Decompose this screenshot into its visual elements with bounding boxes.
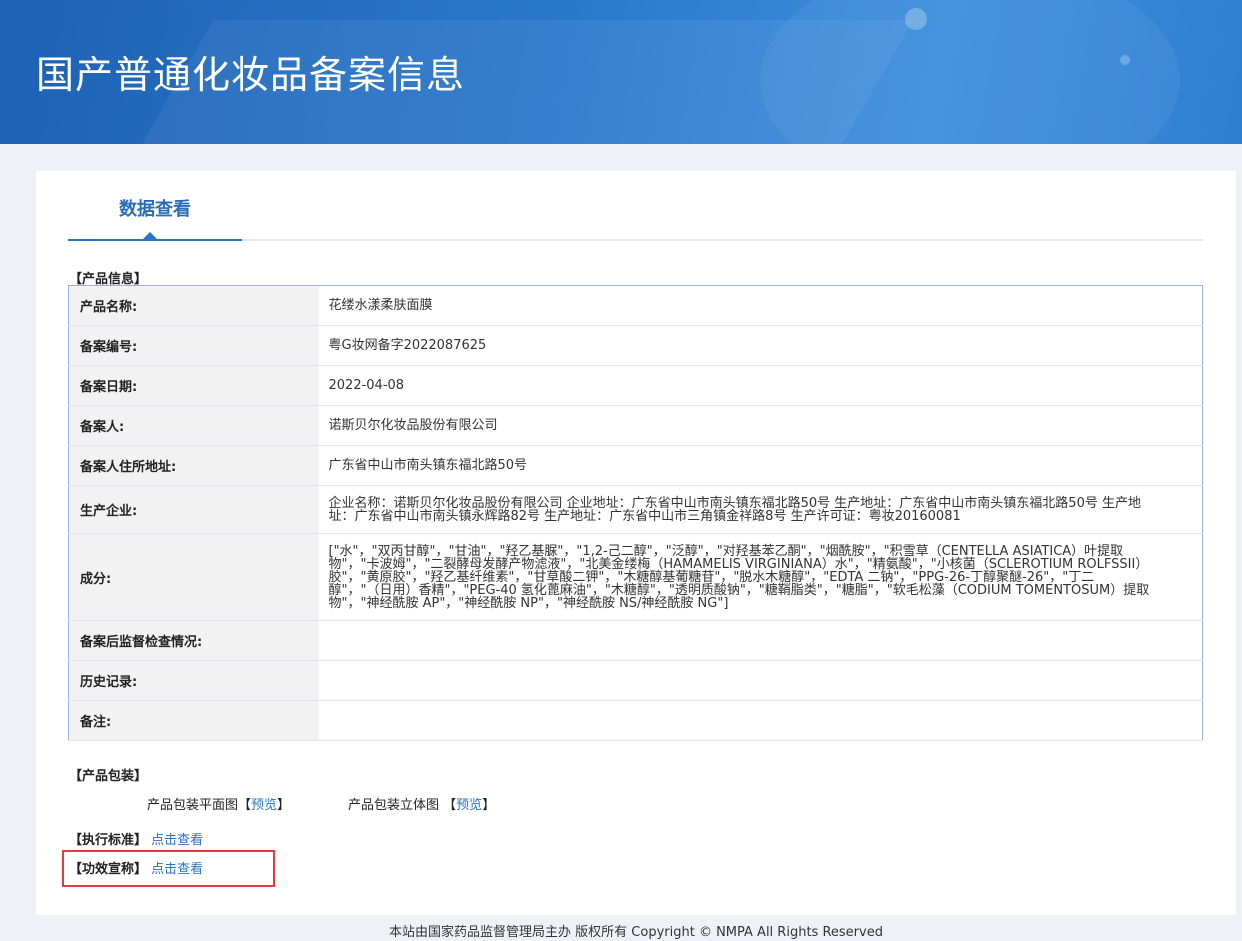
packaging-flat-label: 产品包装平面图 [147, 798, 239, 813]
footer: 本站由国家药品监督管理局主办 版权所有 Copyright © NMPA All… [389, 925, 883, 940]
row-key: 备案日期: [68, 365, 319, 406]
row-key: 备案编号: [68, 325, 319, 366]
banner-decoration [1120, 55, 1130, 65]
tab-indicator-icon [143, 232, 157, 239]
banner-decoration [905, 8, 927, 30]
standard-view-link[interactable]: 点击查看 [151, 833, 203, 848]
banner-decoration [760, 0, 1180, 144]
bracket: 【 [443, 798, 457, 813]
bracket: 】 [277, 798, 291, 813]
row-value: 花缕水漾柔肤面膜 [318, 285, 1203, 326]
content-panel: 数据查看 【产品信息】 产品名称: 花缕水漾柔肤面膜 备案编号: 粤G妆网备字2… [36, 171, 1236, 915]
table-row: 历史记录: [68, 660, 1203, 701]
row-value: 诺斯贝尔化妆品股份有限公司 [318, 405, 1203, 446]
bracket: 【 [238, 798, 252, 813]
packaging-solid-preview-link[interactable]: 预览 [456, 798, 482, 813]
packaging-flat: 产品包装平面图【预览】 [147, 794, 290, 813]
row-value: 广东省中山市南头镇东福北路50号 [318, 445, 1203, 486]
row-value [318, 660, 1203, 701]
row-value: 企业名称：诺斯贝尔化妆品股份有限公司 企业地址：广东省中山市南头镇东福北路50号… [318, 485, 1203, 534]
row-key: 历史记录: [68, 660, 319, 701]
row-key: 备注: [68, 700, 319, 741]
highlight-box [62, 850, 275, 887]
packaging-solid-label: 产品包装立体图 [348, 798, 440, 813]
row-value [318, 700, 1203, 741]
row-value: 2022-04-08 [318, 365, 1203, 406]
row-key: 产品名称: [68, 285, 319, 326]
section-title-packaging: 【产品包装】 [69, 769, 148, 784]
product-info-table: 产品名称: 花缕水漾柔肤面膜 备案编号: 粤G妆网备字2022087625 备案… [68, 285, 1203, 741]
table-row: 备案日期: 2022-04-08 [68, 365, 1203, 406]
packaging-flat-preview-link[interactable]: 预览 [251, 798, 277, 813]
standard-row: 【执行标准】 点击查看 [69, 829, 203, 848]
row-key: 成分: [68, 533, 319, 621]
table-row: 备案人: 诺斯贝尔化妆品股份有限公司 [68, 405, 1203, 446]
row-key: 生产企业: [68, 485, 319, 534]
table-row: 备案编号: 粤G妆网备字2022087625 [68, 325, 1203, 366]
packaging-solid: 产品包装立体图 【预览】 [348, 794, 495, 813]
tab-label: 数据查看 [119, 199, 191, 220]
row-value [318, 620, 1203, 661]
table-row: 备注: [68, 700, 1203, 741]
table-row: 备案后监督检查情况: [68, 620, 1203, 661]
tab-data-view[interactable]: 数据查看 [68, 195, 242, 241]
table-row: 生产企业: 企业名称：诺斯贝尔化妆品股份有限公司 企业地址：广东省中山市南头镇东… [68, 485, 1203, 534]
header-banner: 国产普通化妆品备案信息 [0, 0, 1242, 144]
bracket: 】 [482, 798, 496, 813]
row-key: 备案人: [68, 405, 319, 446]
row-value: ["水"，"双丙甘醇"，"甘油"，"羟乙基脲"，"1,2-己二醇"，"泛醇"，"… [318, 533, 1203, 621]
row-value: 粤G妆网备字2022087625 [318, 325, 1203, 366]
table-row: 备案人住所地址: 广东省中山市南头镇东福北路50号 [68, 445, 1203, 486]
row-key: 备案后监督检查情况: [68, 620, 319, 661]
section-title-standard: 【执行标准】 [69, 833, 148, 848]
table-row: 成分: ["水"，"双丙甘醇"，"甘油"，"羟乙基脲"，"1,2-己二醇"，"泛… [68, 533, 1203, 621]
table-row: 产品名称: 花缕水漾柔肤面膜 [68, 285, 1203, 326]
page-title: 国产普通化妆品备案信息 [36, 53, 466, 97]
row-key: 备案人住所地址: [68, 445, 319, 486]
